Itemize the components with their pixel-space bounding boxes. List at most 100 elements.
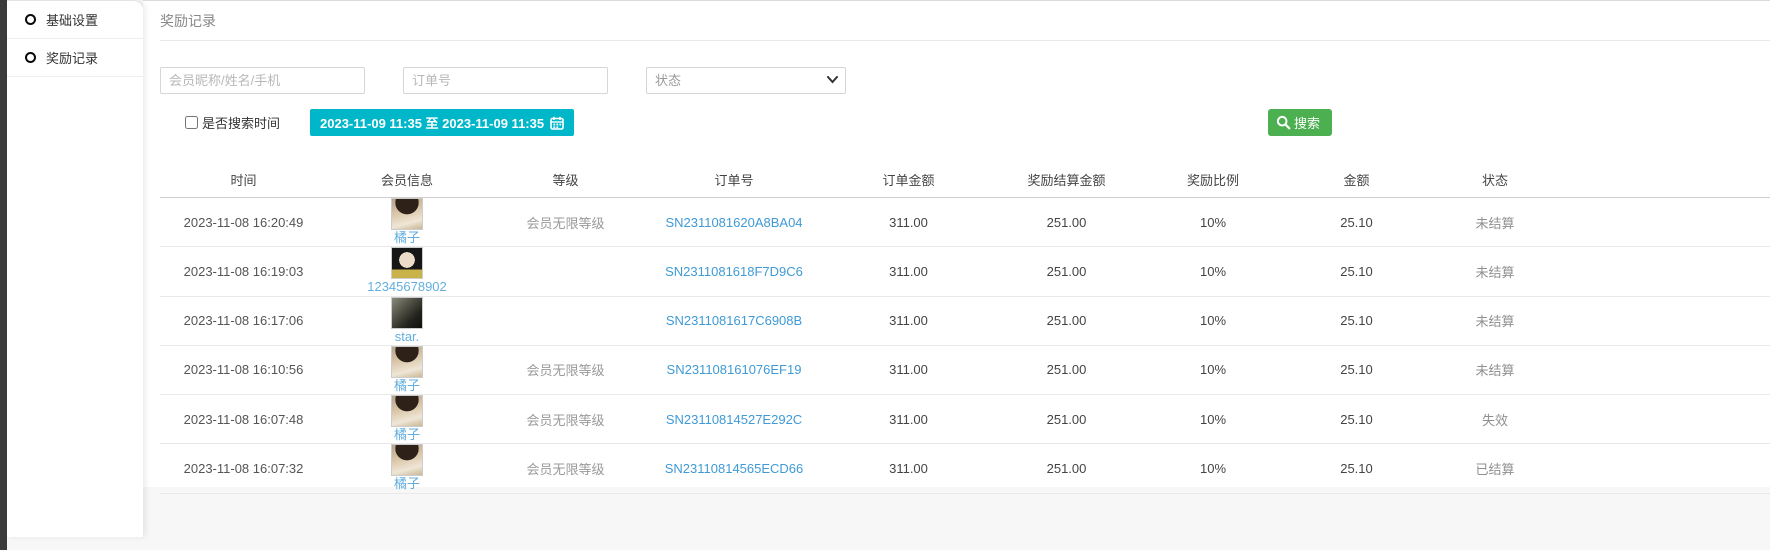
member-avatar: [391, 297, 423, 329]
sidebar: 基础设置 奖励记录: [7, 0, 143, 537]
member-avatar: [391, 346, 423, 378]
cell-amount: 25.10: [1286, 395, 1427, 444]
col-header-filler: [1563, 166, 1770, 198]
order-no-input[interactable]: [403, 67, 608, 94]
member-search-input[interactable]: [160, 67, 365, 94]
cell-filler: [1563, 444, 1770, 493]
filter-row-actions: 是否搜索时间 2023-11-09 11:35 至 2023-11-09 11:…: [160, 109, 1770, 136]
table-header-row: 时间 会员信息 等级 订单号 订单金额 奖励结算金额 奖励比例 金额 状态: [160, 166, 1770, 198]
col-header-time: 时间: [160, 166, 327, 198]
cell-settle-amount: 251.00: [993, 345, 1140, 394]
member-avatar: [391, 198, 423, 230]
col-header-status: 状态: [1427, 166, 1563, 198]
cell-status: 失效: [1427, 395, 1563, 444]
cell-time: 2023-11-08 16:07:48: [160, 395, 327, 444]
table-row: 2023-11-08 16:10:56 橘子 会员无限等级 SN23110816…: [160, 345, 1770, 394]
cell-member: 12345678902: [327, 247, 487, 296]
cell-amount: 25.10: [1286, 296, 1427, 345]
col-header-order-amount: 订单金额: [824, 166, 993, 198]
col-header-amount: 金额: [1286, 166, 1427, 198]
member-name-link[interactable]: 橘子: [394, 427, 420, 443]
cell-status: 未结算: [1427, 198, 1563, 247]
cell-filler: [1563, 395, 1770, 444]
cell-order-amount: 311.00: [824, 395, 993, 444]
date-range-button[interactable]: 2023-11-09 11:35 至 2023-11-09 11:35: [310, 109, 574, 136]
cell-time: 2023-11-08 16:17:06: [160, 296, 327, 345]
cell-order-no: SN23110814527E292C: [644, 395, 824, 444]
col-header-level: 等级: [487, 166, 644, 198]
cell-amount: 25.10: [1286, 198, 1427, 247]
cell-status: 未结算: [1427, 247, 1563, 296]
cell-order-no: SN2311081620A8BA04: [644, 198, 824, 247]
member-name-link[interactable]: 橘子: [394, 476, 420, 492]
cell-order-no: SN231108161076EF19: [644, 345, 824, 394]
cell-order-no: SN2311081618F7D9C6: [644, 247, 824, 296]
cell-ratio: 10%: [1140, 247, 1286, 296]
cell-ratio: 10%: [1140, 198, 1286, 247]
order-no-link[interactable]: SN231108161076EF19: [667, 362, 802, 377]
cell-filler: [1563, 296, 1770, 345]
cell-order-no: SN2311081617C6908B: [644, 296, 824, 345]
cell-level: [487, 296, 644, 345]
cell-order-amount: 311.00: [824, 198, 993, 247]
cell-amount: 25.10: [1286, 345, 1427, 394]
table-row: 2023-11-08 16:07:32 橘子 会员无限等级 SN23110814…: [160, 444, 1770, 493]
order-no-link[interactable]: SN2311081617C6908B: [666, 313, 802, 328]
cell-level: 会员无限等级: [487, 198, 644, 247]
cell-settle-amount: 251.00: [993, 198, 1140, 247]
cell-filler: [1563, 198, 1770, 247]
search-time-label: 是否搜索时间: [202, 113, 280, 132]
sidebar-item-reward-records[interactable]: 奖励记录: [7, 39, 143, 77]
search-time-checkbox-wrap[interactable]: 是否搜索时间: [185, 113, 280, 132]
cell-time: 2023-11-08 16:10:56: [160, 345, 327, 394]
date-range-text: 2023-11-09 11:35 至 2023-11-09 11:35: [320, 113, 544, 132]
member-name-link[interactable]: 12345678902: [367, 279, 447, 295]
table-row: 2023-11-08 16:07:48 橘子 会员无限等级 SN23110814…: [160, 395, 1770, 444]
cell-order-amount: 311.00: [824, 444, 993, 493]
cell-amount: 25.10: [1286, 444, 1427, 493]
table-row: 2023-11-08 16:17:06 star. SN2311081617C6…: [160, 296, 1770, 345]
sidebar-item-basic-settings[interactable]: 基础设置: [7, 1, 143, 39]
cell-status: 已结算: [1427, 444, 1563, 493]
circle-bullet-icon: [25, 52, 36, 63]
cell-ratio: 10%: [1140, 296, 1286, 345]
col-header-order-no: 订单号: [644, 166, 824, 198]
sidebar-item-label: 奖励记录: [46, 48, 98, 67]
member-name-link[interactable]: 橘子: [394, 230, 420, 246]
col-header-settle-amount: 奖励结算金额: [993, 166, 1140, 198]
cell-filler: [1563, 247, 1770, 296]
table-row: 2023-11-08 16:20:49 橘子 会员无限等级 SN23110816…: [160, 198, 1770, 247]
order-no-link[interactable]: SN2311081618F7D9C6: [665, 264, 803, 279]
cell-settle-amount: 251.00: [993, 247, 1140, 296]
cell-status: 未结算: [1427, 296, 1563, 345]
cell-ratio: 10%: [1140, 444, 1286, 493]
member-avatar: [391, 395, 423, 427]
order-no-link[interactable]: SN23110814565ECD66: [665, 461, 804, 476]
order-no-link[interactable]: SN23110814527E292C: [666, 412, 802, 427]
cell-settle-amount: 251.00: [993, 395, 1140, 444]
cell-level: 会员无限等级: [487, 444, 644, 493]
cell-settle-amount: 251.00: [993, 444, 1140, 493]
cell-filler: [1563, 345, 1770, 394]
status-select-wrap: 状态: [646, 67, 846, 94]
cell-level: [487, 247, 644, 296]
cell-level: 会员无限等级: [487, 395, 644, 444]
order-no-link[interactable]: SN2311081620A8BA04: [665, 215, 802, 230]
table-row: 2023-11-08 16:19:03 12345678902 SN231108…: [160, 247, 1770, 296]
cell-amount: 25.10: [1286, 247, 1427, 296]
cell-time: 2023-11-08 16:19:03: [160, 247, 327, 296]
search-button[interactable]: 搜索: [1268, 109, 1332, 136]
cell-time: 2023-11-08 16:20:49: [160, 198, 327, 247]
col-header-ratio: 奖励比例: [1140, 166, 1286, 198]
cell-level: 会员无限等级: [487, 345, 644, 394]
page-title: 奖励记录: [160, 1, 1770, 41]
cell-order-amount: 311.00: [824, 296, 993, 345]
cell-order-amount: 311.00: [824, 247, 993, 296]
member-name-link[interactable]: 橘子: [394, 378, 420, 394]
cell-ratio: 10%: [1140, 395, 1286, 444]
member-name-link[interactable]: star.: [395, 329, 420, 345]
status-select[interactable]: 状态: [646, 67, 846, 94]
calendar-icon: [550, 116, 564, 130]
search-time-checkbox[interactable]: [185, 116, 198, 129]
cell-settle-amount: 251.00: [993, 296, 1140, 345]
